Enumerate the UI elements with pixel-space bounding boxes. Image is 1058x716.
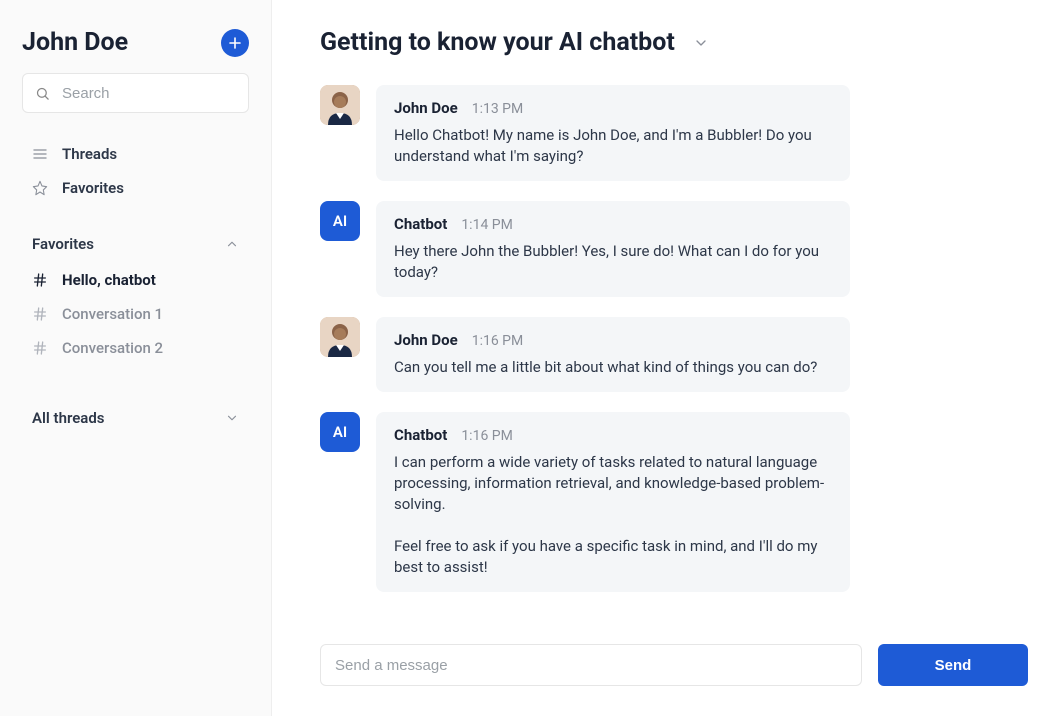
message-time: 1:13 PM: [472, 101, 524, 117]
message-time: 1:14 PM: [461, 217, 513, 233]
section-title-all-threads: All threads: [32, 409, 105, 427]
message-sender: Chatbot: [394, 426, 447, 444]
ai-avatar-label: AI: [333, 212, 347, 230]
sidebar: John Doe Threads Favorites Favorites: [0, 0, 272, 716]
nav-group-main: Threads Favorites: [0, 131, 271, 223]
hash-icon: [32, 306, 48, 322]
ai-avatar-label: AI: [333, 423, 347, 441]
ai-avatar: AI: [320, 201, 360, 241]
message-row: AI Chatbot 1:14 PM Hey there John the Bu…: [320, 201, 1010, 297]
message-time: 1:16 PM: [461, 428, 513, 444]
message-input[interactable]: [320, 644, 862, 686]
hash-icon: [32, 272, 48, 288]
thread-item-hello-chatbot[interactable]: Hello, chatbot: [22, 263, 249, 297]
message-bubble: John Doe 1:16 PM Can you tell me a littl…: [376, 317, 850, 392]
message-header: John Doe 1:16 PM: [394, 331, 832, 349]
main-content: Getting to know your AI chatbot: [272, 0, 1058, 716]
user-name: John Doe: [22, 28, 128, 57]
thread-label: Conversation 1: [62, 305, 163, 323]
plus-icon: [229, 37, 241, 49]
message-bubble: Chatbot 1:16 PM I can perform a wide var…: [376, 412, 850, 592]
section-header-all-threads[interactable]: All threads: [0, 397, 271, 437]
message-bubble: John Doe 1:13 PM Hello Chatbot! My name …: [376, 85, 850, 181]
message-row: John Doe 1:13 PM Hello Chatbot! My name …: [320, 85, 1010, 181]
search-icon: [35, 86, 50, 101]
message-body: I can perform a wide variety of tasks re…: [394, 452, 832, 578]
new-thread-button[interactable]: [221, 29, 249, 57]
message-sender: John Doe: [394, 331, 458, 349]
user-avatar: [320, 85, 360, 125]
favorites-thread-list: Hello, chatbot Conversation 1 Conversati…: [0, 263, 271, 389]
nav-item-favorites[interactable]: Favorites: [22, 171, 249, 205]
message-row: AI Chatbot 1:16 PM I can perform a wide …: [320, 412, 1010, 592]
message-body: Hello Chatbot! My name is John Doe, and …: [394, 125, 832, 167]
message-row: John Doe 1:16 PM Can you tell me a littl…: [320, 317, 1010, 392]
chat-header: Getting to know your AI chatbot: [272, 0, 1058, 73]
message-composer: Send: [272, 626, 1058, 716]
message-bubble: Chatbot 1:14 PM Hey there John the Bubbl…: [376, 201, 850, 297]
user-avatar: [320, 317, 360, 357]
person-avatar-icon: [320, 85, 360, 125]
chevron-down-icon[interactable]: [693, 35, 709, 51]
message-header: Chatbot 1:14 PM: [394, 215, 832, 233]
message-header: John Doe 1:13 PM: [394, 99, 832, 117]
nav-item-threads[interactable]: Threads: [22, 137, 249, 171]
threads-icon: [32, 146, 48, 162]
send-button[interactable]: Send: [878, 644, 1028, 686]
thread-label: Hello, chatbot: [62, 271, 156, 289]
thread-label: Conversation 2: [62, 339, 163, 357]
chevron-down-icon: [225, 411, 239, 425]
nav-label-favorites: Favorites: [62, 179, 124, 197]
chat-title: Getting to know your AI chatbot: [320, 28, 675, 57]
chevron-up-icon: [225, 237, 239, 251]
message-sender: John Doe: [394, 99, 458, 117]
person-avatar-icon: [320, 317, 360, 357]
search-input[interactable]: [60, 84, 236, 103]
star-icon: [32, 180, 48, 196]
thread-item-conversation-2[interactable]: Conversation 2: [22, 331, 249, 365]
search-container: [0, 73, 271, 131]
sidebar-header: John Doe: [0, 28, 271, 73]
section-header-favorites[interactable]: Favorites: [0, 223, 271, 263]
message-body: Can you tell me a little bit about what …: [394, 357, 832, 378]
message-sender: Chatbot: [394, 215, 447, 233]
thread-item-conversation-1[interactable]: Conversation 1: [22, 297, 249, 331]
app-root: John Doe Threads Favorites Favorites: [0, 0, 1058, 716]
chat-messages: John Doe 1:13 PM Hello Chatbot! My name …: [272, 73, 1058, 626]
section-title-favorites: Favorites: [32, 235, 94, 253]
ai-avatar: AI: [320, 412, 360, 452]
hash-icon: [32, 340, 48, 356]
message-time: 1:16 PM: [472, 333, 524, 349]
message-body: Hey there John the Bubbler! Yes, I sure …: [394, 241, 832, 283]
message-header: Chatbot 1:16 PM: [394, 426, 832, 444]
nav-label-threads: Threads: [62, 145, 117, 163]
search-field[interactable]: [22, 73, 249, 113]
